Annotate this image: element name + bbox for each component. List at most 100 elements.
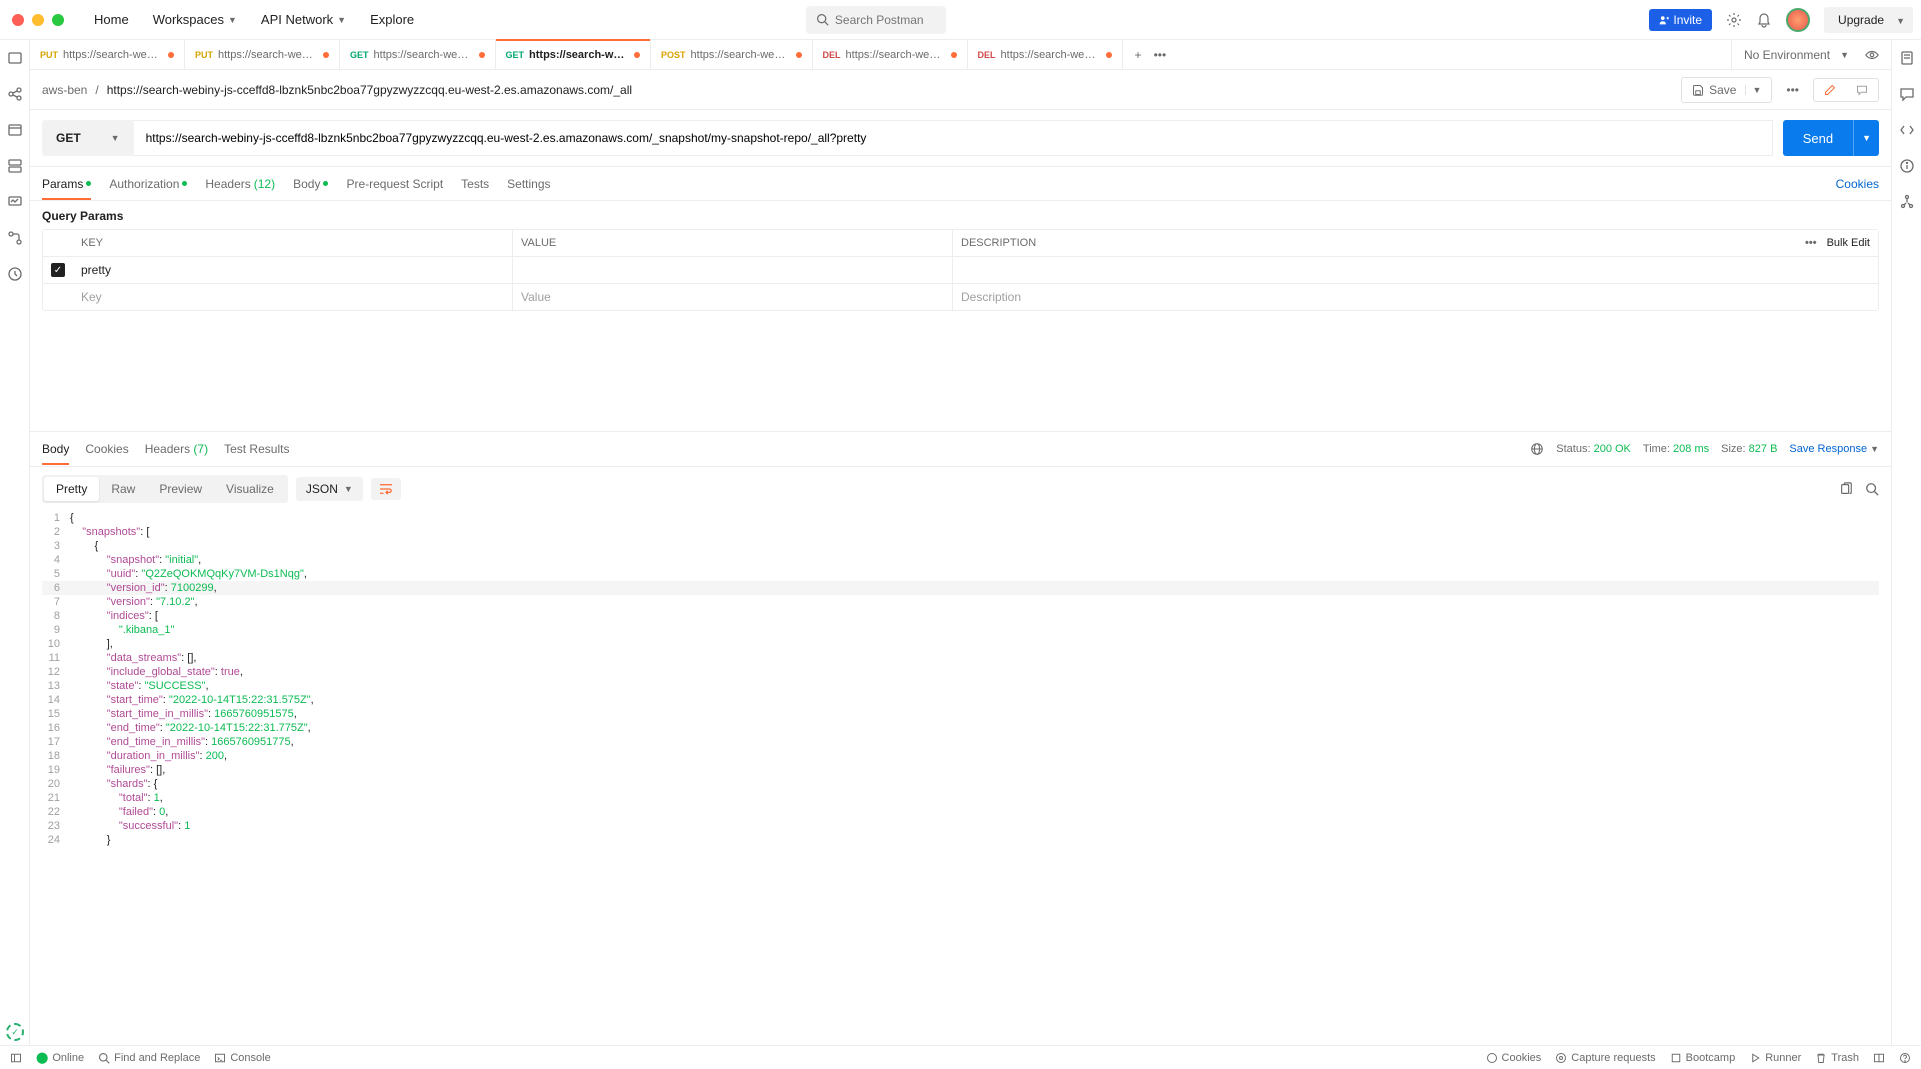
resp-tab-test-results[interactable]: Test Results: [224, 434, 289, 464]
code-icon[interactable]: [1899, 122, 1915, 138]
nav-workspaces[interactable]: Workspaces▼: [143, 6, 247, 33]
search-response-icon[interactable]: [1865, 482, 1879, 496]
dirty-indicator: [479, 52, 485, 58]
footer-trash[interactable]: Trash: [1815, 1052, 1859, 1064]
documentation-icon[interactable]: [1899, 50, 1915, 66]
tab-pre-request-script[interactable]: Pre-request Script: [346, 169, 443, 199]
search-input[interactable]: [835, 13, 936, 27]
window-controls: [8, 14, 76, 26]
view-modes: Pretty Raw Preview Visualize: [42, 475, 288, 503]
param-checkbox[interactable]: ✓: [51, 263, 65, 277]
view-mode-pretty[interactable]: Pretty: [44, 477, 99, 501]
view-mode-preview[interactable]: Preview: [147, 477, 214, 501]
environment-selector[interactable]: No Environment ▼: [1731, 40, 1891, 69]
nav-home[interactable]: Home: [84, 6, 139, 33]
tab-body[interactable]: Body: [293, 169, 328, 199]
bootcamp-badge[interactable]: ✓: [6, 1023, 24, 1041]
notifications-icon[interactable]: [1756, 12, 1772, 28]
resp-tab-headers[interactable]: Headers (7): [145, 434, 208, 464]
tab-headers[interactable]: Headers (12): [205, 169, 275, 199]
request-tab[interactable]: DELhttps://search-webiny-: [968, 40, 1123, 69]
send-button[interactable]: Send: [1783, 120, 1853, 156]
send-dropdown[interactable]: ▼: [1853, 120, 1879, 156]
tab-settings[interactable]: Settings: [507, 169, 550, 199]
request-tab[interactable]: POSThttps://search-webiny: [651, 40, 813, 69]
chevron-down-icon: ▼: [1840, 50, 1849, 60]
param-key[interactable]: pretty: [73, 257, 513, 283]
footer-capture[interactable]: Capture requests: [1555, 1052, 1655, 1064]
collections-icon[interactable]: [7, 50, 23, 66]
info-icon[interactable]: [1899, 158, 1915, 174]
bulk-edit-link[interactable]: Bulk Edit: [1827, 237, 1870, 249]
tab-authorization[interactable]: Authorization: [109, 169, 187, 199]
param-desc-placeholder[interactable]: Description: [953, 284, 1788, 310]
view-mode-visualize[interactable]: Visualize: [214, 477, 286, 501]
environment-quick-look-icon[interactable]: [1865, 48, 1879, 62]
copy-icon[interactable]: [1839, 482, 1853, 496]
param-value[interactable]: [513, 257, 953, 283]
view-mode-raw[interactable]: Raw: [99, 477, 147, 501]
apis-icon[interactable]: [7, 86, 23, 102]
find-replace[interactable]: Find and Replace: [98, 1052, 200, 1064]
format-select[interactable]: JSON▼: [296, 477, 363, 501]
url-input[interactable]: [134, 120, 1773, 156]
search-box[interactable]: [806, 6, 946, 34]
comment-mode-button[interactable]: [1846, 79, 1878, 101]
footer-runner[interactable]: Runner: [1749, 1052, 1801, 1064]
tab-params[interactable]: Params: [42, 169, 91, 199]
console-toggle[interactable]: Console: [214, 1052, 270, 1064]
more-actions[interactable]: •••: [1780, 83, 1805, 97]
footer-cookies[interactable]: Cookies: [1486, 1052, 1542, 1064]
comments-icon[interactable]: [1899, 86, 1915, 102]
history-icon[interactable]: [7, 266, 23, 282]
footer-help[interactable]: [1899, 1052, 1911, 1064]
save-button[interactable]: Save ▼: [1681, 77, 1772, 103]
param-desc[interactable]: [953, 257, 1788, 283]
tab-options[interactable]: •••: [1154, 48, 1167, 62]
environments-icon[interactable]: [7, 122, 23, 138]
user-avatar[interactable]: [1786, 8, 1810, 32]
settings-icon[interactable]: [1726, 12, 1742, 28]
response-viewer-bar: Pretty Raw Preview Visualize JSON▼: [30, 467, 1891, 511]
invite-button[interactable]: Invite: [1649, 9, 1712, 31]
wrap-lines-button[interactable]: [371, 478, 401, 500]
footer-layout[interactable]: [1873, 1052, 1885, 1064]
more-icon[interactable]: •••: [1805, 237, 1817, 249]
related-icon[interactable]: [1899, 194, 1915, 210]
json-viewer[interactable]: 1{2 "snapshots": [3 {4 "snapshot": "init…: [30, 511, 1891, 1045]
cookies-link[interactable]: Cookies: [1836, 177, 1879, 191]
indicator-dot: [86, 181, 91, 186]
edit-mode-button[interactable]: [1814, 79, 1846, 101]
method-select[interactable]: GET ▼: [42, 120, 134, 156]
request-tab[interactable]: DELhttps://search-webiny-: [813, 40, 968, 69]
breadcrumb-workspace[interactable]: aws-ben: [42, 83, 87, 97]
new-tab-button[interactable]: +: [1135, 48, 1142, 62]
minimize-window[interactable]: [32, 14, 44, 26]
nav-api-network[interactable]: API Network▼: [251, 6, 356, 33]
upgrade-button[interactable]: Upgrade: [1824, 7, 1898, 33]
close-window[interactable]: [12, 14, 24, 26]
param-value-placeholder[interactable]: Value: [513, 284, 953, 310]
sidebar-toggle[interactable]: [10, 1052, 22, 1064]
request-tab[interactable]: GEThttps://search-webiny-: [340, 40, 496, 69]
network-icon[interactable]: [1530, 442, 1544, 456]
save-response-button[interactable]: Save Response ▼: [1789, 443, 1879, 455]
param-key-placeholder[interactable]: Key: [73, 284, 513, 310]
chevron-down-icon: ▼: [1870, 444, 1879, 454]
flows-icon[interactable]: [7, 230, 23, 246]
sync-status[interactable]: ⬤Online: [36, 1051, 84, 1064]
mock-servers-icon[interactable]: [7, 158, 23, 174]
footer-bootcamp[interactable]: Bootcamp: [1670, 1052, 1736, 1064]
resp-tab-cookies[interactable]: Cookies: [85, 434, 128, 464]
tab-method: DEL: [823, 50, 841, 60]
request-tab[interactable]: GEThttps://search-webiny-: [496, 40, 652, 69]
nav-api-network-label: API Network: [261, 12, 333, 27]
resp-tab-body[interactable]: Body: [42, 434, 69, 464]
maximize-window[interactable]: [52, 14, 64, 26]
nav-explore[interactable]: Explore: [360, 6, 424, 33]
tab-tests[interactable]: Tests: [461, 169, 489, 199]
request-tab[interactable]: PUThttps://search-webiny-: [185, 40, 340, 69]
request-tab[interactable]: PUThttps://search-webiny-: [30, 40, 185, 69]
monitors-icon[interactable]: [7, 194, 23, 210]
upgrade-dropdown[interactable]: ▼: [1888, 7, 1913, 33]
